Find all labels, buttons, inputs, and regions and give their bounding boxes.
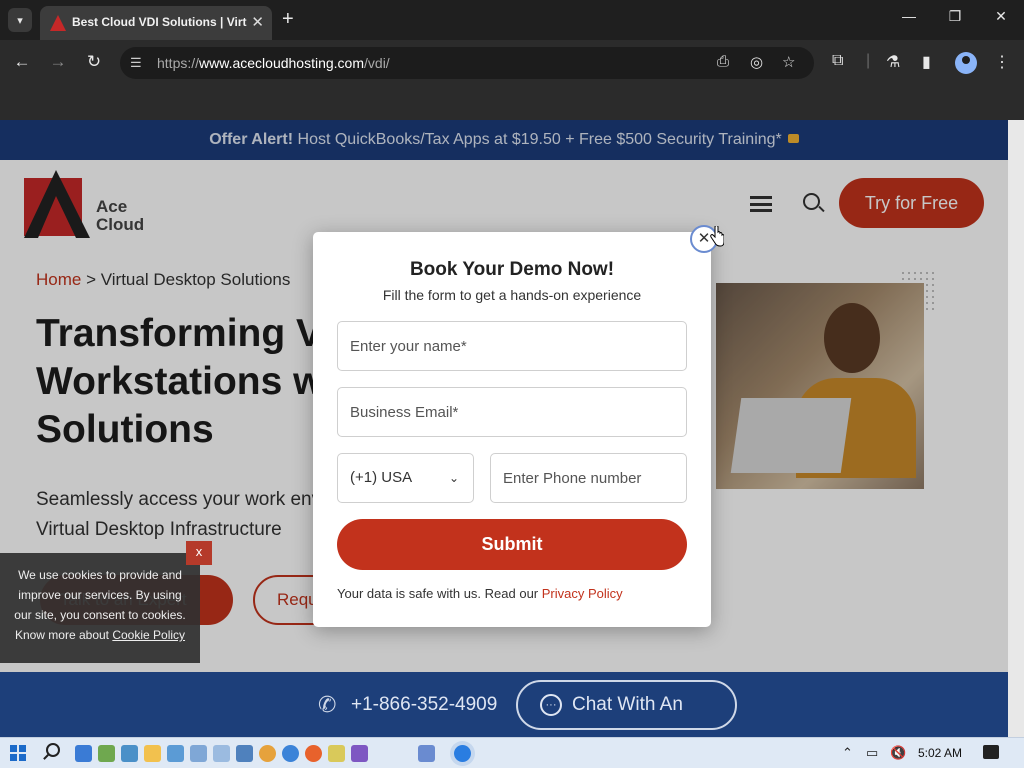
reload-icon[interactable]: ↻ (82, 52, 106, 72)
notepad-icon[interactable] (328, 745, 345, 762)
visual-studio-icon[interactable] (351, 745, 368, 762)
profile-avatar-icon[interactable] (955, 52, 977, 74)
book-demo-modal: Book Your Demo Now! Fill the form to get… (313, 232, 711, 627)
cookie-close-button[interactable]: x (186, 541, 212, 565)
browser-tab-active[interactable]: Best Cloud VDI Solutions | Virtual ✕ (40, 6, 272, 40)
tray-chevron-up-icon[interactable]: ⌃ (842, 745, 853, 761)
back-icon[interactable]: ← (10, 52, 34, 72)
extensions-icon[interactable]: ⧉ (832, 52, 843, 70)
taskbar-clock[interactable]: 5:02 AM (918, 746, 962, 760)
tray-network-icon[interactable]: ▭ (866, 745, 878, 761)
phone-icon: ✆ (318, 692, 337, 717)
modal-title: Book Your Demo Now! (409, 259, 615, 280)
windows-start-icon[interactable] (10, 745, 26, 761)
taskbar-search-icon[interactable] (46, 743, 60, 757)
email-input[interactable] (337, 387, 687, 437)
onedrive-icon[interactable] (75, 745, 92, 762)
tab-close-icon[interactable]: ✕ (251, 13, 264, 31)
document-icon[interactable] (213, 745, 230, 762)
page-scrollbar[interactable] (1008, 120, 1024, 737)
network-icon[interactable] (167, 745, 184, 762)
toolbar-divider: | (866, 52, 871, 69)
site-favicon-icon (50, 15, 66, 31)
browser-tab-bar: ▾ Best Cloud VDI Solutions | Virtual ✕ +… (0, 0, 1024, 40)
side-panel-icon[interactable]: ▮ (922, 52, 931, 72)
hand-cursor-icon (710, 226, 724, 247)
address-bar[interactable]: ☰ https://www.acecloudhosting.com/vdi/ ⎙… (120, 47, 814, 79)
modal-subtitle: Fill the form to get a hands-on experien… (382, 287, 642, 303)
tray-volume-muted-icon[interactable]: 🔇 (890, 745, 906, 761)
contact-bar (0, 672, 1008, 737)
chevron-down-icon: ⌄ (448, 471, 459, 485)
remote-desktop-icon[interactable] (418, 745, 435, 762)
labs-flask-icon[interactable]: ⚗ (886, 52, 900, 72)
name-input[interactable] (337, 321, 687, 371)
restore-icon[interactable]: ❐ (940, 8, 970, 25)
bookmark-star-icon[interactable]: ☆ (782, 53, 795, 71)
chat-with-expert-button[interactable]: ··· Chat With An Expert (516, 680, 737, 730)
phone-input[interactable] (490, 453, 687, 503)
submit-button[interactable]: Submit (337, 519, 687, 570)
url-text[interactable]: https://www.acecloudhosting.com/vdi/ (157, 55, 390, 71)
tab-search-icon[interactable]: ▾ (8, 8, 32, 32)
browser-toolbar: ← → ↻ ☰ https://www.acecloudhosting.com/… (0, 40, 1024, 86)
user-app-icon[interactable] (98, 745, 115, 762)
chrome-alt-icon[interactable] (282, 745, 299, 762)
notifications-icon[interactable] (983, 745, 999, 759)
firefox-icon[interactable] (305, 745, 322, 762)
bookmarks-bar (0, 86, 1024, 120)
window-close-icon[interactable]: ✕ (986, 8, 1016, 25)
country-code-value: (+1) USA (350, 469, 413, 486)
country-code-select[interactable]: (+1) USA ⌄ (337, 453, 474, 503)
file-explorer-icon[interactable] (144, 745, 161, 762)
chrome-taskbar-icon[interactable] (454, 745, 471, 762)
site-info-icon[interactable]: ☰ (130, 55, 142, 71)
computer-icon[interactable] (121, 745, 138, 762)
install-app-icon[interactable]: ⎙ (717, 53, 729, 70)
display-icon[interactable] (236, 745, 253, 762)
privacy-text: Your data is safe with us. Read our (337, 586, 542, 601)
search-tool-icon[interactable] (259, 745, 276, 762)
menu-dots-icon[interactable]: ⋮ (994, 52, 1010, 72)
windows-taskbar: ⌃ ▭ 🔇 5:02 AM (0, 737, 1024, 768)
privacy-policy-link[interactable]: Privacy Policy (542, 586, 623, 601)
privacy-note: Your data is safe with us. Read our Priv… (337, 586, 623, 601)
new-tab-button[interactable]: + (282, 8, 294, 30)
chat-button-label: Chat With An Expert (572, 694, 683, 715)
web-page: Offer Alert! Host QuickBooks/Tax Apps at… (0, 120, 1024, 737)
cookie-notice: We use cookies to provide and improve ou… (0, 553, 200, 663)
control-panel-icon[interactable] (190, 745, 207, 762)
cookie-policy-link[interactable]: Cookie Policy (112, 628, 185, 642)
chat-bubble-icon: ··· (540, 694, 562, 716)
forward-icon[interactable]: → (46, 52, 70, 72)
phone-number-link[interactable]: +1-866-352-4909 (351, 694, 497, 716)
minimize-icon[interactable]: — (894, 8, 924, 24)
eye-off-icon[interactable]: ◎ (750, 53, 763, 71)
tab-title: Best Cloud VDI Solutions | Virtual (72, 15, 247, 29)
